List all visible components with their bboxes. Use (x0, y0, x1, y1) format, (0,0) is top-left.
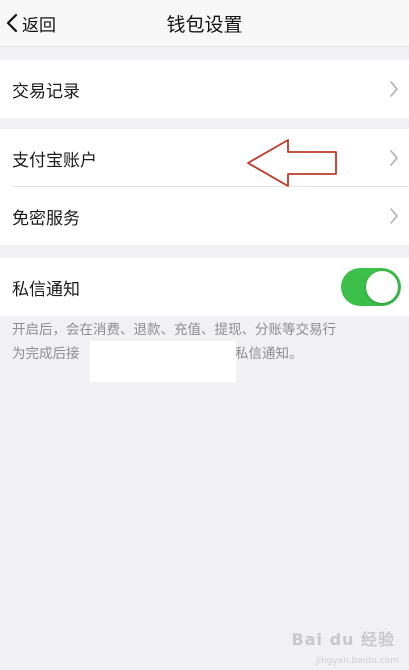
settings-group-transactions: 交易记录 (0, 60, 409, 118)
row-transactions[interactable]: 交易记录 (0, 60, 409, 118)
row-private-messages: 私信通知 (0, 258, 409, 316)
chevron-right-icon (390, 81, 398, 97)
watermark-sub: jingyan.baidu.com (315, 656, 399, 666)
row-private-messages-label: 私信通知 (12, 279, 80, 300)
description-line-2-left: 为完成后接 (12, 346, 80, 362)
row-alipay-account[interactable]: 支付宝账户 (0, 129, 409, 187)
chevron-right-icon (390, 150, 398, 166)
row-password-free[interactable]: 免密服务 (0, 187, 409, 245)
description-line-1: 开启后，会在消费、退款、充值、提现、分账等交易行 (12, 322, 336, 338)
chevron-right-icon (390, 208, 398, 224)
settings-group-notifications: 私信通知 (0, 258, 409, 316)
toggle-knob (366, 271, 398, 303)
watermark: Bai du 经验 (291, 630, 395, 649)
navigation-bar: 返回 钱包设置 (0, 0, 409, 47)
private-messages-toggle[interactable] (341, 268, 401, 306)
settings-group-account: 支付宝账户 免密服务 (0, 129, 409, 245)
row-transactions-label: 交易记录 (12, 81, 80, 102)
annotation-arrow-icon (247, 139, 337, 187)
row-password-free-label: 免密服务 (12, 208, 80, 229)
row-alipay-account-label: 支付宝账户 (12, 150, 97, 171)
page-title: 钱包设置 (166, 14, 243, 36)
redaction-box (90, 341, 236, 382)
